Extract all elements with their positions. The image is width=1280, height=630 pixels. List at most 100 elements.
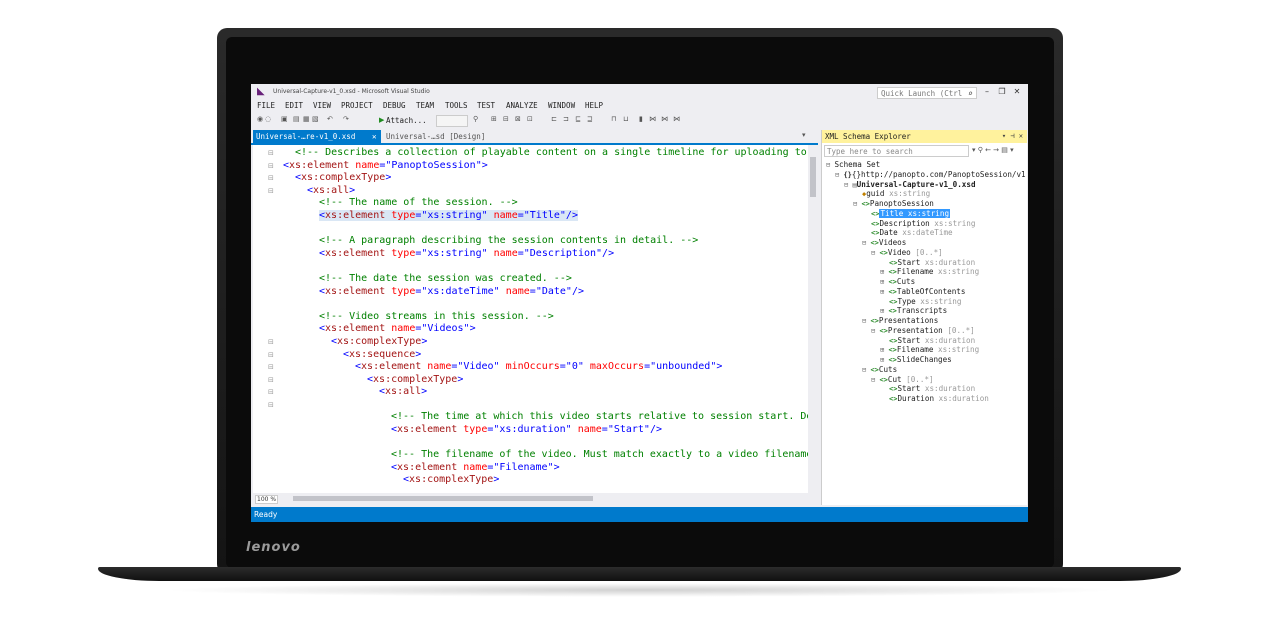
save-icon[interactable]: ▦ — [303, 115, 310, 123]
collapse-icon[interactable]: ⊟ — [268, 150, 274, 157]
schema-tree-item[interactable]: ⊟ ▤Universal-Capture-v1_0.xsd — [826, 180, 1026, 190]
code-line[interactable]: <!-- The filename of the video. Must mat… — [283, 449, 818, 462]
schema-tree-item[interactable]: ⊞ <>Transcripts — [826, 306, 1026, 316]
code-line[interactable] — [283, 437, 818, 450]
code-line[interactable]: <!-- Video streams in this session. --> — [283, 311, 818, 324]
schema-tree-item[interactable]: ⊞ <>SlideChanges — [826, 355, 1026, 365]
schema-search-tools[interactable]: ▾ ⚲ ← → ▤ ▾ — [972, 146, 1014, 154]
back-icon[interactable]: ◉ — [257, 115, 263, 123]
close-window-icon[interactable]: ✕ — [1012, 87, 1022, 96]
horizontal-scroll-thumb[interactable] — [293, 496, 593, 501]
collapse-icon[interactable]: ⊟ — [268, 389, 274, 396]
tab-overflow-icon[interactable]: ▾ — [802, 131, 806, 139]
schema-tree-item[interactable]: ⊟ <>Presentation [0..*] — [826, 326, 1026, 336]
schema-tree-item[interactable]: <>Date xs:dateTime — [826, 228, 1026, 238]
new-project-icon[interactable]: ▣ — [281, 115, 288, 123]
schema-tree-item[interactable]: <>Description xs:string — [826, 219, 1026, 229]
outdent-icon[interactable]: ⊠ — [515, 115, 521, 123]
code-line[interactable]: <xs:complexType> — [283, 336, 818, 349]
tab-xsd-source[interactable]: Universal-…re-v1_0.xsd ✕ — [253, 130, 381, 144]
code-line[interactable] — [283, 298, 818, 311]
code-line[interactable]: <xs:element type="xs:string" name="Title… — [283, 209, 818, 223]
schema-tree-item[interactable]: ⊟ <>Presentations — [826, 316, 1026, 326]
undo-icon[interactable]: ↶ — [327, 115, 333, 123]
schema-tree-item[interactable]: <>Duration xs:duration — [826, 394, 1026, 404]
code-line[interactable]: <!-- The name of the session. --> — [283, 197, 818, 210]
schema-tree-item[interactable]: ⊞ <>Filename xs:string — [826, 345, 1026, 355]
code-line[interactable]: <xs:element name="Videos"> — [283, 323, 818, 336]
code-line[interactable]: <!-- A paragraph describing the session … — [283, 235, 818, 248]
panel-window-buttons[interactable]: ▾ ⊣ ✕ — [1002, 130, 1023, 143]
menu-project[interactable]: PROJECT — [341, 101, 373, 110]
configuration-dropdown[interactable] — [436, 115, 468, 127]
schema-tree-item[interactable]: ⊟ <>PanoptoSession — [826, 199, 1026, 209]
schema-tree-item[interactable]: <>Start xs:duration — [826, 336, 1026, 346]
code-line[interactable]: <xs:element name="PanoptoSession"> — [283, 160, 818, 173]
code-line[interactable]: <xs:complexType> — [283, 474, 818, 487]
schema-tree-item[interactable]: ⊟ Schema Set — [826, 160, 1026, 170]
step-icon[interactable]: ⊓ — [611, 115, 616, 123]
menu-team[interactable]: TEAM — [416, 101, 434, 110]
schema-icon[interactable]: ⋈ — [649, 115, 656, 123]
schema-tree-item[interactable]: ⊞ <>Cuts — [826, 277, 1026, 287]
menu-window[interactable]: WINDOW — [548, 101, 575, 110]
forward-icon[interactable]: ◌ — [265, 115, 271, 123]
open-icon[interactable]: ▤ — [293, 115, 300, 123]
tab-close-icon[interactable]: ✕ — [372, 130, 377, 144]
bookmark-clear-icon[interactable]: ⊒ — [587, 115, 593, 123]
code-content[interactable]: <!-- Describes a collection of playable … — [283, 147, 818, 487]
breakpoint-icon[interactable]: ▮ — [639, 115, 643, 123]
code-line[interactable]: <xs:element type="xs:duration" name="Sta… — [283, 424, 818, 437]
code-line[interactable]: <xs:element type="xs:dateTime" name="Dat… — [283, 286, 818, 299]
menu-help[interactable]: HELP — [585, 101, 603, 110]
menu-analyze[interactable]: ANALYZE — [506, 101, 538, 110]
code-line[interactable]: <xs:complexType> — [283, 374, 818, 387]
schema-tree-item[interactable]: ⊟ <>Video [0..*] — [826, 248, 1026, 258]
code-line[interactable]: <!-- The date the session was created. -… — [283, 273, 818, 286]
code-line[interactable]: <!-- Describes a collection of playable … — [283, 147, 818, 160]
collapse-icon[interactable]: ⊟ — [268, 339, 274, 346]
schema-tree-item[interactable]: ⊞ <>TableOfContents — [826, 287, 1026, 297]
vertical-scroll-thumb[interactable] — [810, 157, 816, 197]
schema-tree-item[interactable]: <>Type xs:string — [826, 297, 1026, 307]
restore-icon[interactable]: ❐ — [997, 87, 1007, 96]
bookmark-next-icon[interactable]: ⊐ — [563, 115, 569, 123]
schema-icon-3[interactable]: ⋈ — [673, 115, 680, 123]
code-line[interactable] — [283, 260, 818, 273]
collapse-icon[interactable]: ⊟ — [268, 351, 274, 359]
schema-tree-item[interactable]: <>Title xs:string — [826, 208, 1026, 219]
code-line[interactable] — [283, 399, 818, 412]
schema-tree-item[interactable]: ◆guid xs:string — [826, 189, 1026, 199]
menu-edit[interactable]: EDIT — [285, 101, 303, 110]
format-icon[interactable]: ⊞ — [491, 115, 497, 123]
collapse-icon[interactable]: ⊟ — [268, 162, 274, 170]
play-icon[interactable]: ▶ — [379, 116, 384, 124]
save-all-icon[interactable]: ▧ — [312, 115, 319, 123]
quick-launch-input[interactable]: Quick Launch (Ctrl ⌕ — [877, 87, 977, 99]
minimize-icon[interactable]: – — [982, 87, 992, 96]
code-editor[interactable]: ⊟ ⊟ ⊟ ⊟ ⊟ ⊟ ⊟ ⊟ ⊟ ⊟ <!-- Describes a collection o… — [253, 145, 818, 493]
schema-tree-item[interactable]: ⊞ <>Filename xs:string — [826, 267, 1026, 277]
code-line[interactable] — [283, 223, 818, 236]
vertical-scrollbar[interactable] — [808, 145, 818, 493]
code-line[interactable]: <xs:element type="xs:string" name="Descr… — [283, 248, 818, 261]
schema-search-input[interactable]: Type here to search — [824, 145, 969, 157]
schema-tree-item[interactable]: <>Start xs:duration — [826, 258, 1026, 268]
collapse-icon[interactable]: ⊟ — [268, 364, 274, 371]
collapse-icon[interactable]: ⊟ — [268, 376, 274, 384]
schema-tree-item[interactable]: ⊟ <>Videos — [826, 238, 1026, 248]
code-line[interactable]: <xs:all> — [283, 185, 818, 198]
menu-debug[interactable]: DEBUG — [383, 101, 406, 110]
code-line[interactable]: <xs:element name="Filename"> — [283, 462, 818, 475]
step-over-icon[interactable]: ⊔ — [623, 115, 628, 123]
attach-button[interactable]: Attach... — [386, 116, 427, 125]
bookmark-prev-icon[interactable]: ⊑ — [575, 115, 581, 123]
code-line[interactable]: <xs:element name="Video" minOccurs="0" m… — [283, 361, 818, 374]
tab-xsd-design[interactable]: Universal-…sd [Design] — [383, 130, 488, 144]
comment-icon[interactable]: ⊡ — [527, 115, 533, 123]
schema-icon-2[interactable]: ⋈ — [661, 115, 668, 123]
code-line[interactable]: <xs:sequence> — [283, 349, 818, 362]
code-line[interactable]: <xs:complexType> — [283, 172, 818, 185]
code-line[interactable]: <xs:all> — [283, 386, 818, 399]
schema-tree-item[interactable]: ⊟ <>Cut [0..*] — [826, 375, 1026, 385]
